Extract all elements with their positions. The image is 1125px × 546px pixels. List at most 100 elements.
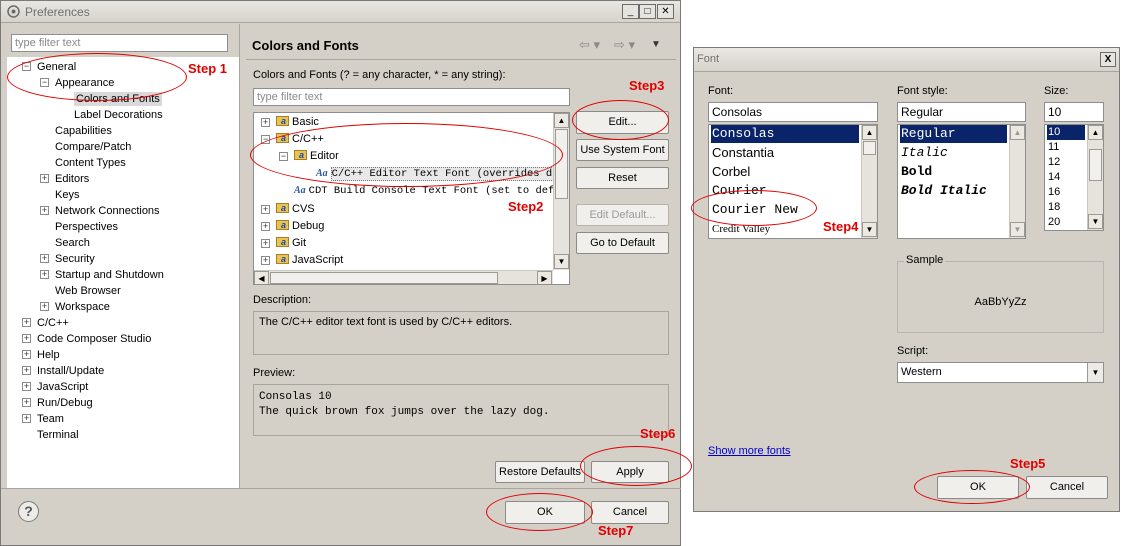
- font-list-item[interactable]: Consolas: [711, 125, 859, 143]
- pref-tree-item[interactable]: Startup and Shutdown: [55, 268, 164, 282]
- pref-tree-item[interactable]: Label Decorations: [74, 108, 163, 122]
- pref-tree-item[interactable]: Install/Update: [37, 364, 104, 378]
- close-button[interactable]: ✕: [657, 4, 674, 19]
- pref-tree-item[interactable]: Search: [55, 236, 90, 250]
- pref-tree-item[interactable]: Run/Debug: [37, 396, 93, 410]
- folder-icon: [276, 218, 289, 232]
- font-style-list[interactable]: Regular Italic Bold Bold Italic ▲ ▼: [897, 124, 1026, 239]
- font-dialog-titlebar[interactable]: Font X: [694, 48, 1119, 72]
- expand-icon[interactable]: +: [40, 174, 49, 183]
- pref-tree-item[interactable]: Team: [37, 412, 64, 426]
- go-to-default-button[interactable]: Go to Default: [576, 232, 669, 254]
- show-more-fonts-link[interactable]: Show more fonts: [708, 445, 791, 457]
- font-dialog-close-button[interactable]: X: [1100, 52, 1116, 67]
- expand-icon[interactable]: +: [261, 222, 270, 231]
- font-category-item[interactable]: Git: [276, 235, 306, 250]
- font-category-item[interactable]: JavaScript: [276, 252, 343, 267]
- preferences-filter-input[interactable]: type filter text: [11, 34, 228, 52]
- script-label: Script:: [897, 345, 929, 357]
- script-select[interactable]: Western ▼: [897, 362, 1104, 383]
- pref-tree-item[interactable]: JavaScript: [37, 380, 88, 394]
- chevron-down-icon[interactable]: ▼: [1087, 363, 1103, 382]
- style-list-item[interactable]: Regular: [900, 125, 1007, 143]
- sample-label: Sample: [904, 254, 946, 266]
- style-list-item[interactable]: Italic: [900, 144, 1007, 162]
- font-cancel-button[interactable]: Cancel: [1026, 476, 1108, 499]
- font-tree-label: CVS: [292, 203, 315, 215]
- pref-tree-item[interactable]: Code Composer Studio: [37, 332, 151, 346]
- script-value: Western: [901, 366, 942, 378]
- pref-tree-item[interactable]: Content Types: [55, 156, 126, 170]
- expand-icon[interactable]: +: [40, 302, 49, 311]
- back-arrow-icon[interactable]: ⇦ ▾: [579, 37, 600, 53]
- expand-icon[interactable]: +: [261, 205, 270, 214]
- size-list-item[interactable]: 20: [1047, 215, 1085, 230]
- cancel-button[interactable]: Cancel: [591, 501, 669, 524]
- expand-icon[interactable]: +: [22, 414, 31, 423]
- pref-tree-item[interactable]: Editors: [55, 172, 89, 186]
- font-name-input[interactable]: Consolas: [708, 102, 878, 122]
- preview-line-2: The quick brown fox jumps over the lazy …: [259, 406, 550, 418]
- size-input[interactable]: 10: [1044, 102, 1104, 122]
- use-system-font-button[interactable]: Use System Font: [576, 139, 669, 161]
- preferences-titlebar[interactable]: Preferences _ □ ✕: [1, 1, 680, 23]
- font-category-item[interactable]: Basic: [276, 114, 319, 129]
- pref-tree-item[interactable]: Security: [55, 252, 95, 266]
- step4-ellipse: [691, 190, 817, 226]
- pref-tree-item[interactable]: Help: [37, 348, 60, 362]
- step7-ellipse: [486, 493, 593, 531]
- folder-icon: [276, 235, 289, 249]
- size-list-item[interactable]: 16: [1047, 185, 1085, 200]
- expand-icon[interactable]: +: [261, 239, 270, 248]
- size-label: Size:: [1044, 85, 1069, 97]
- size-list-item[interactable]: 11: [1047, 140, 1085, 155]
- reset-button[interactable]: Reset: [576, 167, 669, 189]
- font-style-input[interactable]: Regular: [897, 102, 1026, 122]
- font-category-item[interactable]: Debug: [276, 218, 324, 233]
- expand-icon[interactable]: +: [40, 254, 49, 263]
- font-list-item[interactable]: Constantia: [711, 144, 859, 162]
- expand-icon[interactable]: +: [22, 350, 31, 359]
- style-list-item[interactable]: Bold: [900, 163, 1007, 181]
- window-title: Preferences: [25, 5, 90, 19]
- pref-tree-item[interactable]: Network Connections: [55, 204, 160, 218]
- view-menu-icon[interactable]: ▼: [651, 39, 661, 50]
- help-icon[interactable]: ?: [18, 501, 39, 522]
- size-list-item[interactable]: 14: [1047, 170, 1085, 185]
- forward-arrow-icon[interactable]: ⇨ ▾: [614, 37, 635, 53]
- expand-icon[interactable]: +: [22, 398, 31, 407]
- size-list-item[interactable]: 10: [1047, 125, 1085, 140]
- minimize-button[interactable]: _: [622, 4, 639, 19]
- pref-tree-item[interactable]: Compare/Patch: [55, 140, 131, 154]
- size-list-item[interactable]: 18: [1047, 200, 1085, 215]
- restore-defaults-button[interactable]: Restore Defaults: [495, 461, 585, 483]
- pref-tree-item[interactable]: C/C++: [37, 316, 69, 330]
- font-category-item[interactable]: CVS: [276, 201, 315, 216]
- font-tree-hscroll[interactable]: ◀ ▶: [254, 270, 553, 284]
- folder-icon: [276, 114, 289, 128]
- expand-icon[interactable]: +: [40, 270, 49, 279]
- pref-tree-item[interactable]: Perspectives: [55, 220, 118, 234]
- expand-icon[interactable]: +: [261, 256, 270, 265]
- pref-tree-item[interactable]: Workspace: [55, 300, 110, 314]
- style-list-item[interactable]: Bold Italic: [900, 182, 1007, 200]
- size-list[interactable]: 10 11 12 14 16 18 20 ▲ ▼: [1044, 124, 1104, 231]
- expand-icon[interactable]: +: [22, 334, 31, 343]
- expand-icon[interactable]: +: [22, 366, 31, 375]
- page-filter-input[interactable]: type filter text: [253, 88, 570, 106]
- expand-icon[interactable]: +: [261, 118, 270, 127]
- pref-tree-item[interactable]: Terminal: [37, 428, 79, 442]
- size-list-item[interactable]: 12: [1047, 155, 1085, 170]
- expand-icon[interactable]: +: [22, 382, 31, 391]
- maximize-button[interactable]: □: [639, 4, 656, 19]
- pref-tree-item[interactable]: Capabilities: [55, 124, 112, 138]
- pref-tree-item[interactable]: Keys: [55, 188, 79, 202]
- expand-icon[interactable]: +: [22, 318, 31, 327]
- step2-ellipse: [250, 123, 563, 187]
- font-tree-vscroll[interactable]: ▲ ▼: [553, 113, 569, 270]
- step6-label: Step6: [640, 426, 676, 441]
- expand-icon[interactable]: +: [40, 206, 49, 215]
- edit-default-button[interactable]: Edit Default...: [576, 204, 669, 226]
- font-list-item[interactable]: Corbel: [711, 163, 859, 181]
- pref-tree-item[interactable]: Web Browser: [55, 284, 121, 298]
